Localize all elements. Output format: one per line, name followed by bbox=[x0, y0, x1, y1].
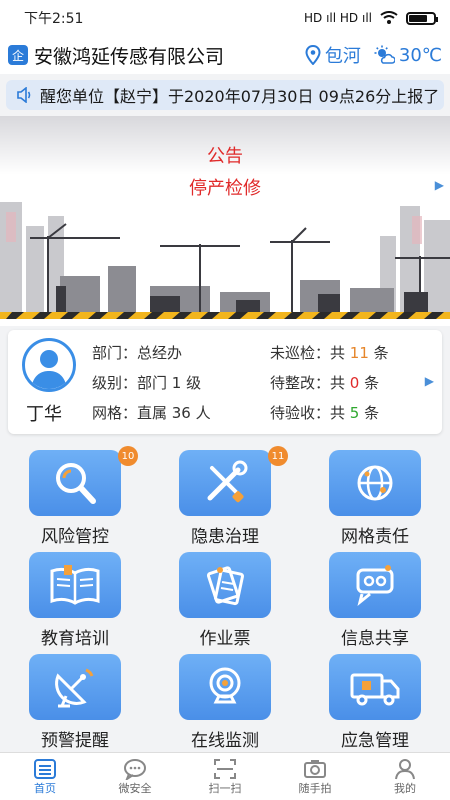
module-label: 应急管理 bbox=[341, 731, 409, 751]
user-department: 部门：总经办 bbox=[92, 344, 183, 362]
user-silhouette-icon bbox=[31, 350, 67, 389]
weather-widget[interactable]: 30℃ bbox=[373, 45, 442, 66]
uninspected-label: 未巡检：共 bbox=[270, 344, 350, 362]
tab-micro-safety[interactable]: 微安全 bbox=[90, 753, 180, 800]
module-education-training[interactable]: 教育培训 bbox=[0, 548, 150, 652]
home-list-icon bbox=[34, 758, 56, 779]
module-emergency-management[interactable]: 应急管理 bbox=[300, 650, 450, 754]
chat-bubbles-icon bbox=[329, 552, 421, 618]
tab-label: 扫一扫 bbox=[208, 781, 242, 795]
partly-cloudy-icon bbox=[374, 45, 395, 64]
app-header: 企 安徽鸿延传感有限公司 包河 30℃ bbox=[0, 36, 450, 74]
signal-icon: HD ıll HD ıll bbox=[304, 11, 372, 25]
open-book-icon bbox=[29, 552, 121, 618]
delivery-truck-icon bbox=[329, 654, 421, 720]
user-icon bbox=[395, 758, 415, 779]
magnifier-icon bbox=[29, 450, 121, 516]
temperature-label: 30℃ bbox=[398, 44, 442, 66]
tab-label: 首页 bbox=[34, 781, 56, 795]
ticket-icon bbox=[179, 552, 271, 618]
wifi-icon bbox=[380, 11, 398, 24]
tab-home[interactable]: 首页 bbox=[0, 753, 90, 800]
module-label: 预警提醒 bbox=[41, 731, 109, 751]
pending-fix-count: 0 bbox=[349, 374, 360, 392]
tab-label: 随手拍 bbox=[298, 781, 332, 795]
module-work-permit[interactable]: 作业票 bbox=[150, 548, 300, 652]
company-name: 安徽鸿延传感有限公司 bbox=[34, 45, 225, 68]
globe-icon bbox=[329, 450, 421, 516]
location-label: 包河 bbox=[324, 46, 361, 67]
tab-label: 我的 bbox=[394, 781, 416, 795]
notification-badge: 11 bbox=[268, 446, 288, 466]
user-name: 丁华 bbox=[26, 404, 62, 425]
tab-mine[interactable]: 我的 bbox=[360, 753, 450, 800]
pending-accept-count: 5 bbox=[349, 404, 360, 422]
module-risk-control[interactable]: 10 风险管控 bbox=[0, 446, 150, 550]
tab-snapshot[interactable]: 随手拍 bbox=[270, 753, 360, 800]
user-info-card[interactable]: 丁华 部门：总经办 级别：部门 1 级 网格：直属 36 人 未巡检：共 11 … bbox=[8, 330, 442, 434]
user-level: 级别：部门 1 级 bbox=[92, 374, 202, 392]
pending-fix-stat[interactable]: 待整改：共 0 条 bbox=[270, 372, 379, 393]
module-label: 在线监测 bbox=[191, 731, 259, 751]
module-online-monitoring[interactable]: 在线监测 bbox=[150, 650, 300, 754]
module-info-sharing[interactable]: 信息共享 bbox=[300, 548, 450, 652]
location-pin-icon bbox=[305, 45, 321, 65]
speaker-icon bbox=[17, 87, 31, 103]
pending-accept-unit: 条 bbox=[359, 404, 380, 422]
module-label: 风险管控 bbox=[41, 527, 109, 547]
pending-accept-stat[interactable]: 待验收：共 5 条 bbox=[270, 402, 379, 423]
uninspected-count: 11 bbox=[349, 344, 369, 362]
module-label: 隐患治理 bbox=[191, 527, 259, 547]
uninspected-stat[interactable]: 未巡检：共 11 条 bbox=[270, 342, 389, 363]
pending-fix-unit: 条 bbox=[359, 374, 380, 392]
chat-bubble-icon bbox=[124, 758, 146, 780]
scan-icon bbox=[214, 758, 236, 779]
pending-fix-label: 待整改：共 bbox=[270, 374, 350, 392]
bottom-tab-bar: 首页 微安全 扫一扫 随手拍 我的 bbox=[0, 752, 450, 800]
module-label: 信息共享 bbox=[341, 629, 409, 649]
uninspected-unit: 条 bbox=[368, 344, 389, 362]
pending-accept-label: 待验收：共 bbox=[270, 404, 350, 422]
status-bar: 下午2:51 HD ıll HD ıll bbox=[0, 0, 450, 36]
avatar bbox=[22, 338, 76, 392]
notice-text: 醒您单位【赵宁】于2020年07月30日 09点26分上报了 bbox=[40, 87, 440, 106]
notification-badge: 10 bbox=[118, 446, 138, 466]
location-button[interactable]: 包河 bbox=[305, 42, 361, 68]
module-grid-responsibility[interactable]: 网格责任 bbox=[300, 446, 450, 550]
user-grid: 网格：直属 36 人 bbox=[92, 404, 211, 422]
webcam-icon bbox=[179, 654, 271, 720]
tab-scan[interactable]: 扫一扫 bbox=[180, 753, 270, 800]
camera-icon bbox=[304, 759, 326, 778]
status-time: 下午2:51 bbox=[24, 11, 84, 27]
notice-marquee[interactable]: 醒您单位【赵宁】于2020年07月30日 09点26分上报了 bbox=[6, 80, 444, 110]
announcement-banner[interactable]: 公告 停产检修 ▶ bbox=[0, 116, 450, 326]
company-logo-icon: 企 bbox=[8, 45, 28, 65]
module-label: 教育培训 bbox=[41, 629, 109, 649]
construction-skyline-illustration bbox=[0, 202, 450, 319]
tools-icon bbox=[179, 450, 271, 516]
module-early-warning[interactable]: 预警提醒 bbox=[0, 650, 150, 754]
battery-icon bbox=[406, 11, 438, 25]
tab-label: 微安全 bbox=[118, 781, 152, 795]
satellite-dish-icon bbox=[29, 654, 121, 720]
module-label: 网格责任 bbox=[341, 527, 409, 547]
chevron-right-icon: ▶ bbox=[424, 374, 434, 388]
module-hazard-treatment[interactable]: 11 隐患治理 bbox=[150, 446, 300, 550]
module-label: 作业票 bbox=[199, 629, 251, 649]
